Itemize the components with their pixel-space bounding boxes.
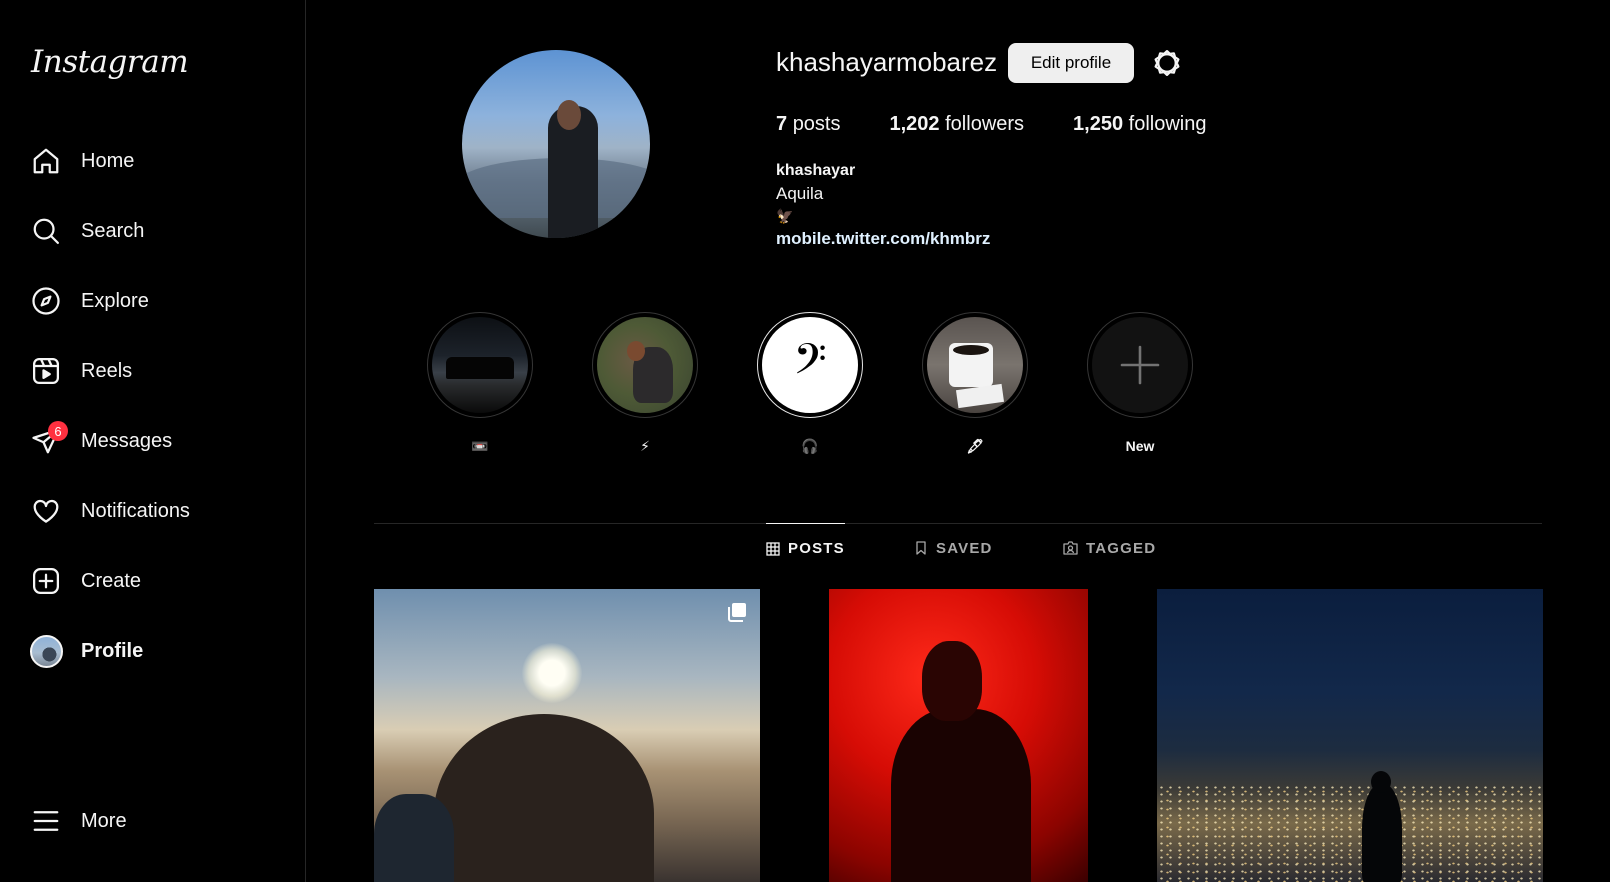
- instagram-logo[interactable]: Instagram: [31, 44, 189, 80]
- bio-emoji: 🦅: [776, 208, 794, 224]
- highlight-label: 📼: [471, 438, 489, 454]
- heart-icon: [28, 493, 64, 529]
- highlight-item[interactable]: 🖋: [922, 312, 1028, 456]
- posts-stat: 7 posts: [776, 113, 841, 135]
- highlight-new[interactable]: New: [1087, 312, 1193, 456]
- avatar: [29, 634, 63, 668]
- menu-icon: [28, 803, 64, 839]
- profile-avatar[interactable]: [462, 50, 650, 238]
- grid-icon: [766, 541, 780, 556]
- followers-stat[interactable]: 1,202 followers: [890, 113, 1025, 136]
- tab-label: SAVED: [936, 539, 993, 557]
- home-icon: [28, 143, 64, 179]
- sidebar-item-label: Messages: [81, 429, 173, 452]
- profile-display-name: khashayar: [776, 162, 856, 179]
- search-icon: [28, 213, 64, 249]
- sidebar-item-explore[interactable]: Explore: [28, 275, 288, 327]
- profile-bio: Aquila: [776, 184, 824, 203]
- tag-user-icon: [1063, 541, 1078, 555]
- highlight-thumbnail: [432, 317, 528, 413]
- highlight-thumbnail: [927, 317, 1023, 413]
- bookmark-icon: [914, 541, 928, 555]
- profile-stats: 7 posts 1,202 followers 1,250 following: [776, 113, 1256, 136]
- sidebar-item-more[interactable]: More: [28, 795, 288, 847]
- sidebar-item-label: Notifications: [81, 499, 190, 522]
- sidebar-item-search[interactable]: Search: [28, 205, 288, 257]
- reels-icon: [28, 353, 64, 389]
- post-thumbnail[interactable]: [1157, 589, 1543, 882]
- sidebar-item-label: Create: [81, 569, 142, 592]
- sidebar-item-label: Reels: [81, 359, 133, 382]
- highlight-label: ⚡: [640, 438, 650, 454]
- post-thumbnail[interactable]: [829, 589, 1088, 882]
- send-icon: 6: [28, 421, 68, 459]
- sidebar: Instagram Home Search Explore Reels 6 Me…: [0, 0, 306, 882]
- sidebar-item-label: Home: [81, 149, 135, 172]
- bass-clef-icon: 𝄢: [793, 335, 827, 395]
- settings-gear-icon[interactable]: [1150, 46, 1184, 80]
- highlight-item[interactable]: ⚡: [592, 312, 698, 456]
- plus-square-icon: [28, 563, 64, 599]
- tab-label: POSTS: [788, 540, 845, 557]
- post-thumbnail[interactable]: [374, 589, 760, 882]
- following-stat[interactable]: 1,250 following: [1073, 113, 1206, 136]
- tab-saved[interactable]: SAVED: [914, 523, 993, 573]
- compass-icon: [28, 283, 64, 319]
- highlight-thumbnail: [597, 317, 693, 413]
- sidebar-item-notifications[interactable]: Notifications: [28, 485, 288, 537]
- sidebar-item-messages[interactable]: 6 Messages: [28, 415, 288, 467]
- profile-link[interactable]: mobile.twitter.com/khmbrz: [776, 229, 990, 249]
- highlight-label: 🖋: [966, 438, 984, 454]
- sidebar-item-label: Profile: [81, 639, 144, 662]
- highlight-item[interactable]: 𝄢 🎧: [757, 312, 863, 456]
- sidebar-item-reels[interactable]: Reels: [28, 345, 288, 397]
- instagram-profile-page: Instagram Home Search Explore Reels 6 Me…: [0, 0, 1610, 882]
- tab-label: TAGGED: [1086, 539, 1157, 557]
- bass-clef-thumbnail: 𝄢: [762, 317, 858, 413]
- sidebar-item-label: More: [81, 809, 127, 832]
- sidebar-item-label: Search: [81, 219, 145, 242]
- carousel-icon: [726, 601, 748, 628]
- tab-tagged[interactable]: TAGGED: [1063, 523, 1156, 573]
- highlight-label: 🎧: [801, 438, 819, 454]
- plus-icon: [1120, 345, 1160, 385]
- sidebar-item-label: Explore: [81, 289, 149, 312]
- messages-badge: 6: [48, 421, 68, 441]
- sidebar-item-profile[interactable]: Profile: [28, 625, 288, 677]
- sidebar-item-create[interactable]: Create: [28, 555, 288, 607]
- tab-posts[interactable]: POSTS: [766, 523, 845, 573]
- profile-username: khashayarmobarez: [776, 47, 998, 77]
- sidebar-item-home[interactable]: Home: [28, 135, 288, 187]
- highlight-item[interactable]: 📼: [427, 312, 533, 456]
- edit-profile-button[interactable]: Edit profile: [1008, 43, 1134, 83]
- highlight-label: New: [1125, 438, 1155, 454]
